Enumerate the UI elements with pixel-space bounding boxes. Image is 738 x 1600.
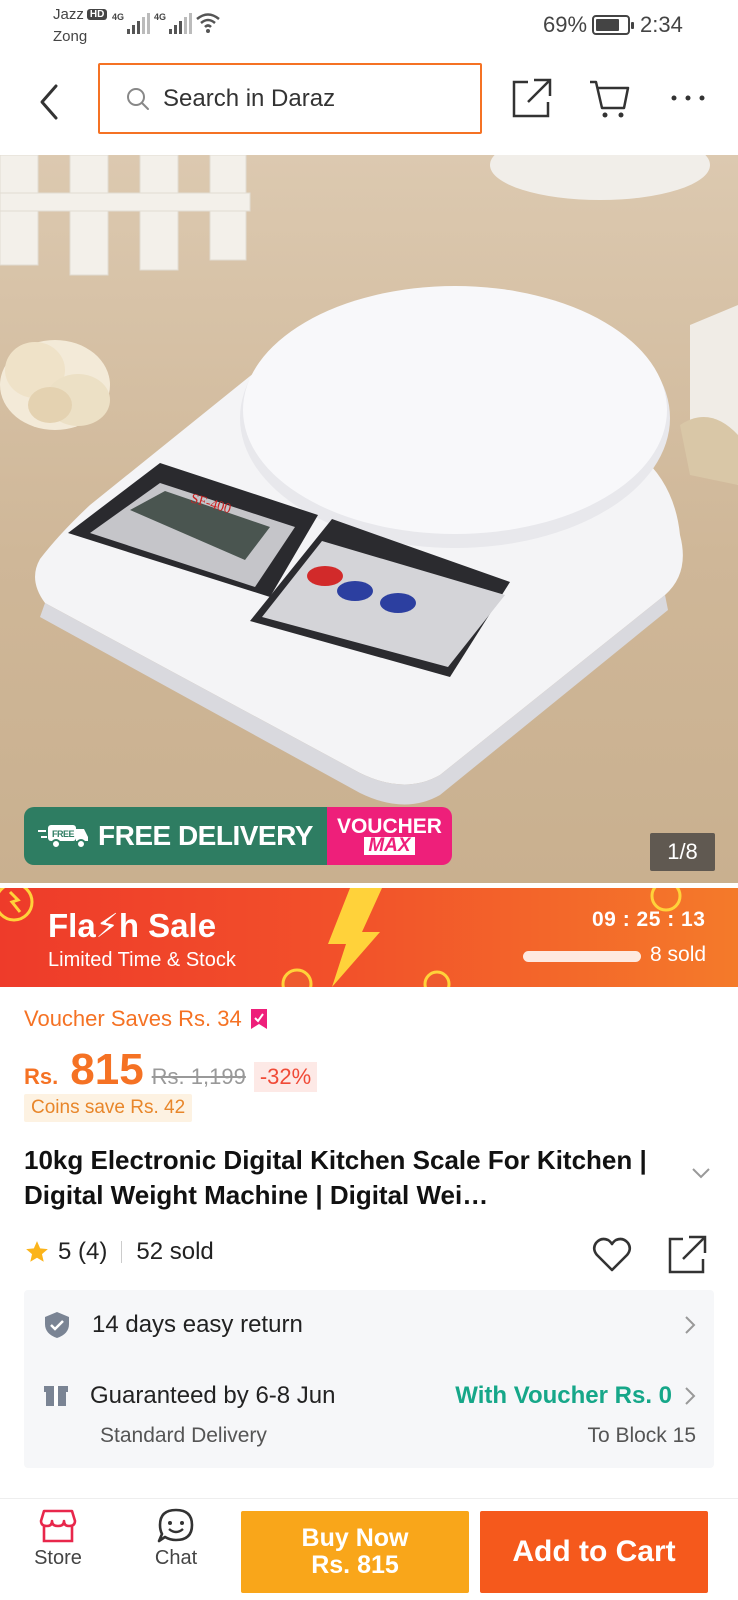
free-delivery-badge: FREE FREE DELIVERY	[24, 807, 327, 865]
flower-decoration	[0, 340, 110, 430]
search-placeholder: Search in Daraz	[163, 84, 336, 112]
signal-icon: 4G	[112, 12, 151, 34]
share-icon	[512, 78, 552, 118]
carrier-secondary: Zong	[53, 28, 88, 45]
price-value: 815	[70, 1045, 144, 1094]
cart-icon	[590, 80, 630, 118]
shield-icon	[45, 1312, 69, 1338]
divider	[121, 1241, 123, 1263]
return-policy-text: 14 days easy return	[92, 1311, 303, 1338]
wifi-icon	[196, 13, 220, 33]
delivery-truck-icon: FREE	[38, 825, 88, 849]
share-button[interactable]	[508, 74, 556, 122]
delivery-guarantee: Guaranteed by 6-8 Jun	[90, 1382, 336, 1409]
wishlist-button[interactable]	[590, 1233, 634, 1282]
chevron-right-icon	[685, 1387, 696, 1405]
star-icon	[26, 1241, 48, 1262]
chevron-right-icon	[685, 1316, 696, 1334]
store-button[interactable]: Store	[18, 1507, 98, 1570]
image-counter: 1/8	[650, 833, 715, 871]
signal-label: 4G	[154, 12, 167, 22]
more-horizontal-icon	[671, 95, 705, 101]
price-currency: Rs.	[24, 1064, 59, 1089]
heart-icon	[592, 1237, 632, 1272]
flash-sale-title: Fla⚡h Sale	[48, 907, 217, 944]
free-badge-text: FREE	[52, 829, 75, 839]
share-icon	[668, 1235, 707, 1274]
chat-icon	[157, 1508, 194, 1543]
signal-label: 4G	[112, 12, 125, 22]
title-expand-button[interactable]	[690, 1166, 712, 1185]
product-image: SF-400	[0, 155, 738, 805]
hd-badge: HD	[86, 9, 108, 20]
top-nav: Search in Daraz	[0, 52, 738, 152]
add-to-cart-button[interactable]: Add to Cart	[480, 1511, 708, 1593]
product-title: 10kg Electronic Digital Kitchen Scale Fo…	[24, 1145, 647, 1210]
original-price: Rs. 1,199	[151, 1064, 246, 1089]
buy-now-label: Buy Now	[301, 1524, 409, 1552]
store-icon	[39, 1509, 77, 1543]
discount-badge: -32%	[253, 1062, 318, 1092]
delivery-box-icon	[44, 1386, 68, 1406]
flash-sale-progress-bar	[523, 951, 641, 962]
delivery-row[interactable]: Guaranteed by 6-8 Jun Standard Delivery …	[24, 1360, 714, 1468]
status-bar: Jazz HD Zong 4G 4G 69% 2:34	[0, 0, 738, 52]
rating-row[interactable]: 5 (4) 52 sold	[24, 1238, 214, 1266]
rating-value: 5 (4)	[58, 1238, 108, 1265]
chevron-down-icon	[692, 1168, 710, 1179]
carrier-primary: Jazz HD	[53, 6, 108, 23]
more-button[interactable]	[664, 74, 712, 122]
flash-sale-subtitle: Limited Time & Stock	[48, 949, 236, 971]
voucher-max-badge: VOUCHER MAX	[326, 807, 452, 865]
bottom-action-bar: Store Chat Buy Now Rs. 815 Add to Cart	[0, 1498, 738, 1600]
product-image-gallery[interactable]: SF-400 FREE FREE DELIVERY VOUCHER MAX 1/…	[0, 155, 738, 883]
flash-sale-banner[interactable]: Fla⚡h Sale Limited Time & Stock 09 : 25 …	[0, 888, 738, 987]
buy-now-price: Rs. 815	[311, 1551, 399, 1579]
delivery-destination: To Block 15	[587, 1424, 696, 1447]
chat-button[interactable]: Chat	[136, 1507, 216, 1570]
voucher-tag-icon	[250, 1009, 267, 1029]
voucher-saves[interactable]: Voucher Saves Rs. 34	[24, 1006, 268, 1032]
share-product-button[interactable]	[665, 1233, 709, 1282]
delivery-type: Standard Delivery	[100, 1424, 267, 1447]
battery-percent: 69%	[543, 12, 588, 37]
free-delivery-text: FREE DELIVERY	[98, 820, 313, 851]
price-row: Rs. 815 Rs. 1,199 -32%	[24, 1045, 318, 1095]
chat-label: Chat	[154, 1547, 198, 1569]
carrier-name: Jazz	[53, 6, 84, 23]
store-label: Store	[34, 1547, 82, 1569]
buy-now-button[interactable]: Buy Now Rs. 815	[241, 1511, 469, 1593]
return-policy-row[interactable]: 14 days easy return	[24, 1290, 714, 1360]
signal-icon: 4G	[154, 12, 193, 34]
max-text: MAX	[364, 836, 415, 855]
chevron-left-icon	[40, 84, 58, 120]
flash-sale-sold: 8 sold	[650, 943, 707, 966]
voucher-text: VOUCHER	[336, 815, 442, 838]
clock: 2:34	[640, 12, 683, 37]
battery-icon	[592, 15, 634, 35]
search-input[interactable]: Search in Daraz	[98, 63, 482, 134]
voucher-saves-text: Voucher Saves Rs. 34	[24, 1006, 242, 1031]
cart-button[interactable]	[586, 74, 634, 122]
search-icon	[127, 87, 149, 110]
flash-sale-countdown: 09 : 25 : 13	[592, 908, 706, 931]
sold-count: 52 sold	[136, 1238, 214, 1265]
voucher-delivery-fee: With Voucher Rs. 0	[455, 1382, 672, 1409]
promo-banner: FREE FREE DELIVERY VOUCHER MAX	[24, 807, 452, 865]
back-button[interactable]	[30, 78, 70, 126]
service-card: 14 days easy return Guaranteed by 6-8 Ju…	[24, 1290, 714, 1468]
coins-save-badge: Coins save Rs. 42	[24, 1094, 193, 1122]
